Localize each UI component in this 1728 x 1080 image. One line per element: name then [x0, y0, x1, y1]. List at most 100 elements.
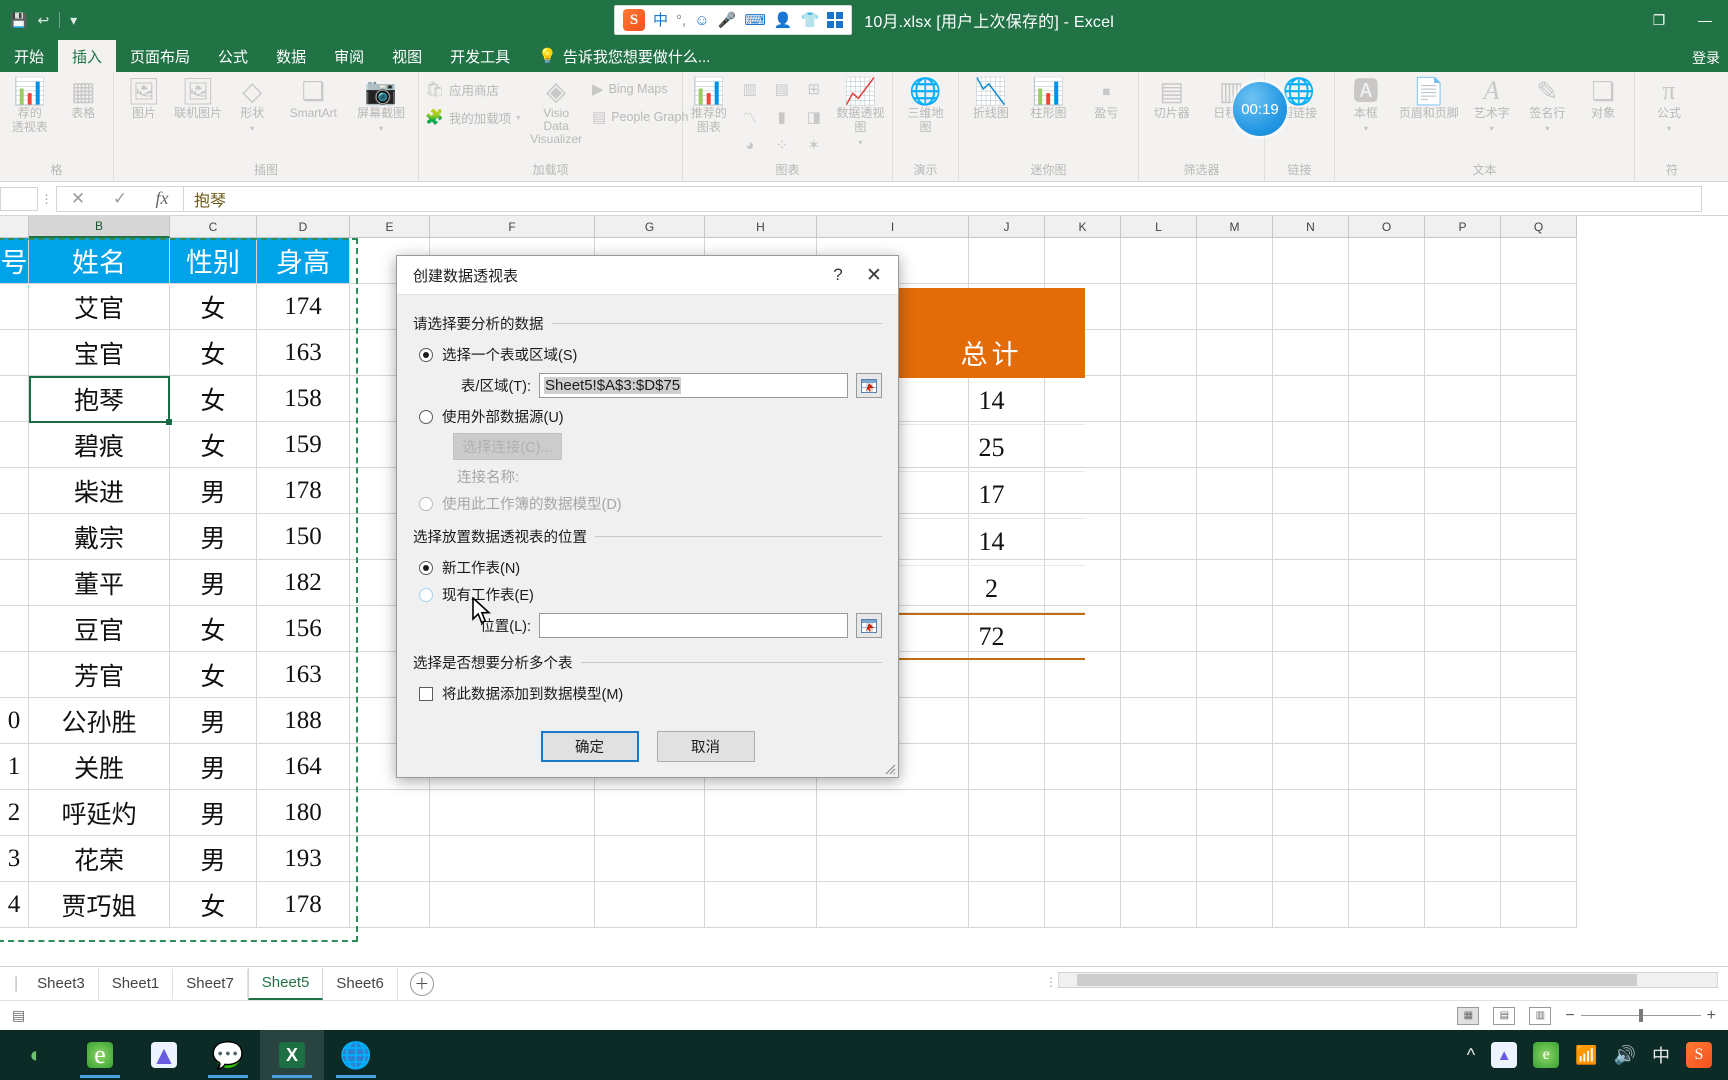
data-cell[interactable]: 女	[170, 882, 257, 928]
data-cell[interactable]: 174	[257, 284, 350, 330]
data-cell[interactable]: 163	[257, 330, 350, 376]
empty-cell[interactable]	[1045, 836, 1121, 882]
empty-cell[interactable]	[1197, 744, 1273, 790]
ime-emoji-icon[interactable]: ☺	[694, 13, 709, 28]
location-picker-button[interactable]	[856, 613, 882, 638]
empty-cell[interactable]	[430, 790, 595, 836]
chevron-down-icon[interactable]: ▾	[1545, 124, 1549, 133]
sheet-tab-sheet7[interactable]: Sheet7	[173, 968, 248, 999]
empty-cell[interactable]	[1273, 744, 1349, 790]
taskbar-item-browser-globe[interactable]: 🌐	[324, 1030, 388, 1080]
formula-bar-grip[interactable]: ⋮	[38, 192, 56, 206]
empty-cell[interactable]	[1197, 882, 1273, 928]
ime-apps-icon[interactable]	[827, 12, 844, 28]
range-picker-button[interactable]	[856, 373, 882, 398]
empty-cell[interactable]	[1121, 606, 1197, 652]
chevron-down-icon[interactable]: ▾	[1667, 124, 1671, 133]
signin-label[interactable]: 登录	[1692, 48, 1720, 68]
ribbon-shapes-button[interactable]: ◇ 形状 ▾	[228, 76, 276, 133]
empty-cell[interactable]	[1501, 698, 1577, 744]
empty-cell[interactable]	[1349, 468, 1425, 514]
empty-cell[interactable]	[1273, 238, 1349, 284]
chart-statistic-icon[interactable]: 〽	[735, 104, 765, 130]
zoom-in-button[interactable]: +	[1707, 1007, 1716, 1025]
empty-cell[interactable]	[1197, 790, 1273, 836]
empty-cell[interactable]	[1501, 882, 1577, 928]
empty-cell[interactable]	[1349, 284, 1425, 330]
empty-cell[interactable]	[595, 882, 705, 928]
empty-cell[interactable]	[1349, 652, 1425, 698]
column-header-B[interactable]: B	[29, 216, 170, 238]
tab-charu[interactable]: 插入	[58, 40, 117, 72]
restore-button[interactable]: ❐	[1636, 0, 1682, 40]
view-page-break-button[interactable]: ▥	[1529, 1006, 1552, 1025]
empty-cell[interactable]	[1501, 422, 1577, 468]
empty-cell[interactable]	[1501, 330, 1577, 376]
ime-mode-icon[interactable]: 中	[653, 13, 668, 28]
empty-cell[interactable]	[1425, 836, 1501, 882]
empty-cell[interactable]	[1349, 790, 1425, 836]
data-cell[interactable]	[0, 330, 29, 376]
empty-cell[interactable]	[1273, 882, 1349, 928]
empty-cell[interactable]	[1273, 606, 1349, 652]
save-icon[interactable]: 💾	[10, 13, 27, 27]
column-header-F[interactable]: F	[430, 216, 595, 238]
zoom-out-button[interactable]: −	[1565, 1007, 1574, 1025]
data-cell[interactable]: 男	[170, 790, 257, 836]
column-header-M[interactable]: M	[1197, 216, 1273, 238]
empty-cell[interactable]	[1349, 698, 1425, 744]
data-cell[interactable]: 女	[170, 422, 257, 468]
data-cell[interactable]: 碧痕	[29, 422, 170, 468]
cancel-entry-icon[interactable]: ✕	[57, 187, 99, 211]
empty-cell[interactable]	[1425, 422, 1501, 468]
chart-scatter-icon[interactable]: ⁘	[767, 132, 797, 158]
formula-input[interactable]: 抱琴	[184, 185, 1702, 212]
empty-cell[interactable]	[1425, 882, 1501, 928]
tray-sogou-icon[interactable]: S	[1686, 1042, 1712, 1068]
column-header-E[interactable]: E	[350, 216, 430, 238]
empty-cell[interactable]	[1425, 376, 1501, 422]
data-cell[interactable]: 柴进	[29, 468, 170, 514]
ribbon-sparkline-winloss-button[interactable]: ▪ 盈亏	[1080, 76, 1132, 121]
empty-cell[interactable]	[1121, 836, 1197, 882]
empty-cell[interactable]	[1273, 836, 1349, 882]
empty-cell[interactable]	[430, 882, 595, 928]
empty-cell[interactable]	[969, 238, 1045, 284]
taskbar-item-wechat[interactable]: 💬	[196, 1030, 260, 1080]
empty-cell[interactable]	[969, 882, 1045, 928]
tab-yemianbuju[interactable]: 页面布局	[116, 40, 204, 72]
empty-cell[interactable]	[595, 790, 705, 836]
data-cell[interactable]: 戴宗	[29, 514, 170, 560]
tray-thunder-icon[interactable]: ▲	[1491, 1042, 1518, 1068]
empty-cell[interactable]	[1045, 238, 1121, 284]
ok-button[interactable]: 确定	[540, 730, 639, 762]
empty-cell[interactable]	[1425, 468, 1501, 514]
data-cell[interactable]: 158	[257, 376, 350, 422]
empty-cell[interactable]	[1045, 790, 1121, 836]
ribbon-recommended-charts-button[interactable]: 📊 推荐的 图表	[689, 76, 729, 135]
ribbon-wordart-button[interactable]: A 艺术字 ▾	[1467, 76, 1517, 133]
ime-user-icon[interactable]: 👤	[774, 13, 793, 28]
ribbon-my-addins-button[interactable]: 🧩 我的加载项 ▾	[425, 104, 520, 130]
pivot-value-cell[interactable]: 25	[898, 425, 1085, 472]
tray-network-icon[interactable]: 📶	[1575, 1045, 1597, 1066]
zoom-slider[interactable]: − +	[1565, 1007, 1716, 1025]
column-header-C[interactable]: C	[170, 216, 257, 238]
empty-cell[interactable]	[1045, 744, 1121, 790]
chart-column-icon[interactable]: ▥	[735, 76, 765, 102]
column-header-G[interactable]: G	[595, 216, 705, 238]
empty-cell[interactable]	[350, 836, 430, 882]
empty-cell[interactable]	[1045, 882, 1121, 928]
data-cell[interactable]: 公孙胜	[29, 698, 170, 744]
empty-cell[interactable]	[1121, 560, 1197, 606]
empty-cell[interactable]	[1349, 744, 1425, 790]
empty-cell[interactable]	[705, 836, 817, 882]
empty-cell[interactable]	[1197, 284, 1273, 330]
close-icon[interactable]: ✕	[856, 258, 892, 292]
empty-cell[interactable]	[1045, 698, 1121, 744]
data-cell[interactable]: 女	[170, 330, 257, 376]
column-header-O[interactable]: O	[1349, 216, 1425, 238]
data-cell[interactable]: 女	[170, 652, 257, 698]
sheet-tab-sheet3[interactable]: Sheet3	[24, 968, 99, 999]
ribbon-smartart-button[interactable]: ❏ SmartArt	[282, 76, 344, 121]
